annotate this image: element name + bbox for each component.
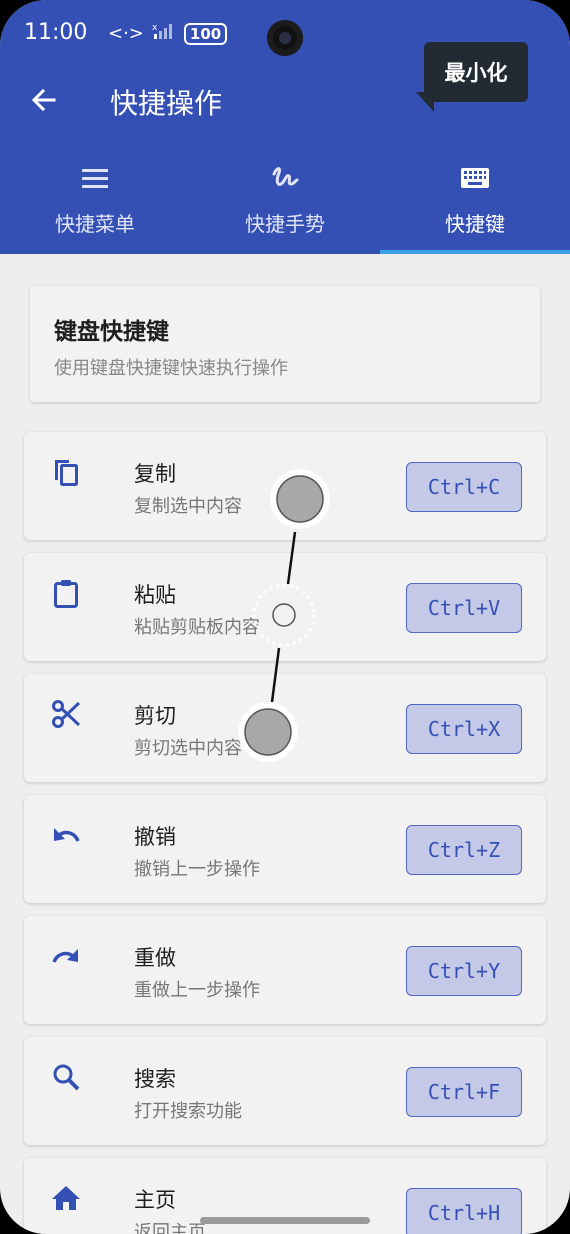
shortcut-item-paste[interactable]: 粘贴 粘贴剪贴板内容 Ctrl+V [24, 553, 546, 661]
front-camera [267, 20, 303, 56]
shortcut-key-badge: Ctrl+V [406, 583, 522, 633]
shortcut-name: 重做 [134, 946, 176, 970]
shortcut-desc: 复制选中内容 [134, 496, 242, 517]
shortcut-desc: 粘贴剪贴板内容 [134, 617, 260, 638]
data-transfer-icon: <·> [108, 23, 144, 44]
shortcut-item-cut[interactable]: 剪切 剪切选中内容 Ctrl+X [24, 674, 546, 782]
shortcut-item-copy[interactable]: 复制 复制选中内容 Ctrl+C [24, 432, 546, 540]
shortcut-name: 撤销 [134, 825, 176, 849]
scissors-icon [52, 700, 81, 728]
section-header-card: 键盘快捷键 使用键盘快捷键快速执行操作 [30, 286, 540, 402]
shortcut-desc: 打开搜索功能 [134, 1101, 242, 1122]
clipboard-icon [54, 580, 78, 608]
shortcut-name: 剪切 [134, 704, 176, 728]
gesture-icon [272, 167, 299, 186]
tab-quick-menu[interactable]: 快捷菜单 [0, 152, 190, 254]
signal-icon: x [152, 22, 176, 45]
tab-label: 快捷菜单 [55, 212, 135, 236]
shortcut-key-badge: Ctrl+Z [406, 825, 522, 875]
shortcut-item-redo[interactable]: 重做 重做上一步操作 Ctrl+Y [24, 916, 546, 1024]
shortcut-key-badge: Ctrl+H [406, 1188, 522, 1234]
shortcut-name: 复制 [134, 462, 176, 486]
shortcut-desc: 撤销上一步操作 [134, 859, 260, 880]
tab-bar: 快捷菜单 快捷手势 快捷键 [0, 152, 570, 254]
shortcut-key-badge: Ctrl+F [406, 1067, 522, 1117]
shortcut-item-search[interactable]: 搜索 打开搜索功能 Ctrl+F [24, 1037, 546, 1145]
svg-text:x: x [152, 23, 158, 33]
home-indicator[interactable] [200, 1217, 370, 1224]
undo-icon [54, 828, 80, 842]
phone-screen: 11:00 <·> x 100 快捷操作 最小化 快捷菜单 快捷手势 快捷键 键… [0, 0, 570, 1234]
redo-icon [52, 949, 78, 963]
app-bar: 11:00 <·> x 100 快捷操作 最小化 快捷菜单 快捷手势 快捷键 [0, 0, 570, 254]
menu-icon [82, 169, 108, 188]
section-title: 键盘快捷键 [54, 319, 169, 345]
page-title: 快捷操作 [110, 87, 223, 120]
shortcut-key-badge: Ctrl+Y [406, 946, 522, 996]
tab-shortcut-keys[interactable]: 快捷键 [380, 152, 570, 254]
tab-quick-gesture[interactable]: 快捷手势 [190, 152, 380, 254]
shortcut-desc: 重做上一步操作 [134, 980, 260, 1001]
status-time: 11:00 [24, 20, 88, 45]
shortcut-desc: 剪切选中内容 [134, 738, 242, 759]
battery-icon: 100 [183, 22, 228, 45]
keyboard-icon [461, 168, 489, 188]
tab-label: 快捷手势 [245, 212, 325, 236]
shortcut-key-badge: Ctrl+X [406, 704, 522, 754]
tab-label: 快捷键 [445, 212, 505, 236]
home-icon [52, 1186, 80, 1210]
search-icon [53, 1064, 80, 1091]
shortcut-name: 搜索 [134, 1067, 176, 1091]
copy-icon [55, 460, 78, 486]
back-arrow-icon[interactable] [28, 84, 60, 116]
content-area: 键盘快捷键 使用键盘快捷键快速执行操作 复制 复制选中内容 Ctrl+C 粘贴 … [0, 254, 570, 1234]
minimize-tooltip: 最小化 [416, 42, 528, 112]
shortcut-key-badge: Ctrl+C [406, 462, 522, 512]
shortcut-desc: 返回主页 [134, 1222, 206, 1234]
section-subtitle: 使用键盘快捷键快速执行操作 [54, 358, 288, 379]
shortcut-item-undo[interactable]: 撤销 撤销上一步操作 Ctrl+Z [24, 795, 546, 903]
shortcut-name: 主页 [134, 1188, 176, 1212]
shortcut-name: 粘贴 [134, 583, 176, 607]
status-icons: <·> x 100 [108, 22, 228, 45]
